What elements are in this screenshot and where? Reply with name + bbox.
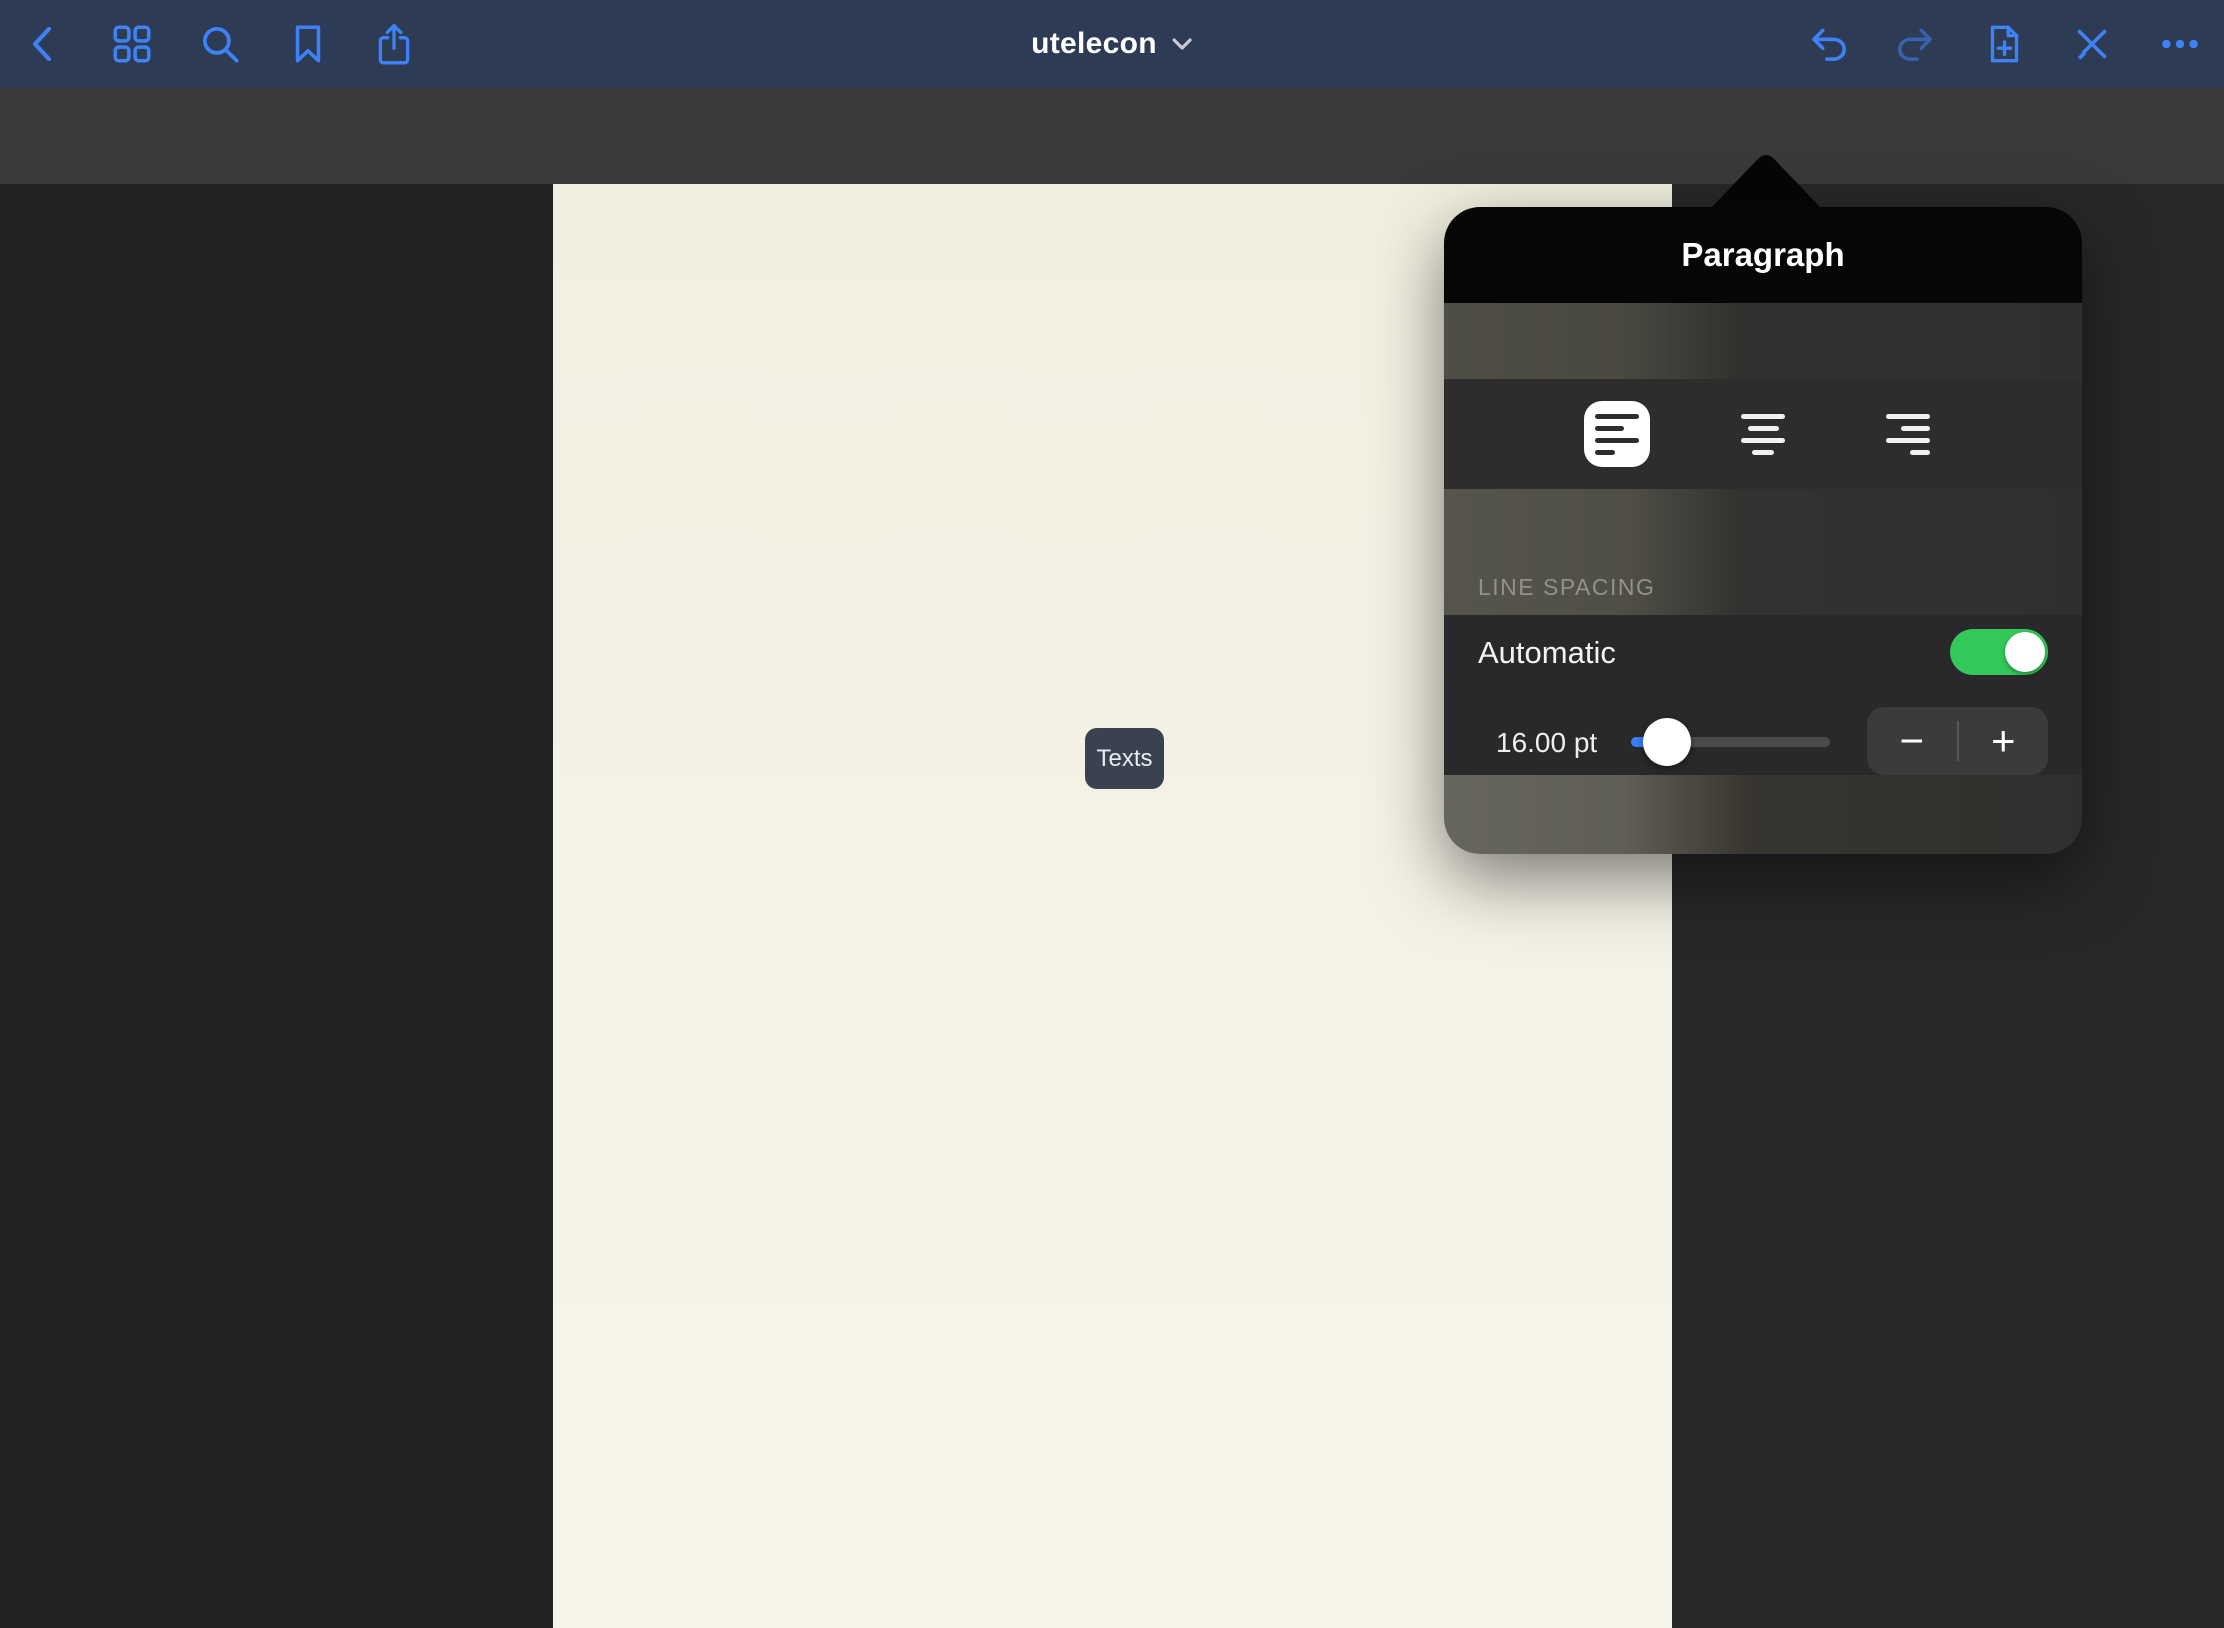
align-left-icon bbox=[1595, 414, 1639, 455]
align-center-button[interactable] bbox=[1730, 401, 1796, 467]
stylus-disconnect-button[interactable] bbox=[2064, 16, 2120, 72]
alignment-row bbox=[1444, 379, 2082, 489]
increase-spacing-button[interactable]: + bbox=[1959, 707, 2049, 775]
search-button[interactable] bbox=[192, 16, 248, 72]
toggle-knob bbox=[2005, 632, 2045, 672]
document-title[interactable]: utelecon bbox=[1031, 0, 1193, 88]
line-spacing-controls: Automatic 16.00 pt − + bbox=[1444, 615, 2082, 775]
spacing-stepper: − + bbox=[1867, 707, 2048, 775]
document-title-label: utelecon bbox=[1031, 27, 1157, 61]
grid-icon bbox=[109, 21, 155, 67]
redo-button[interactable] bbox=[1888, 16, 1944, 72]
slider-thumb[interactable] bbox=[1643, 718, 1691, 766]
thumbnails-button[interactable] bbox=[104, 16, 160, 72]
automatic-toggle[interactable] bbox=[1950, 629, 2048, 675]
spacing-slider[interactable] bbox=[1631, 737, 1830, 747]
line-spacing-section-label: LINE SPACING bbox=[1478, 574, 1655, 601]
share-icon bbox=[371, 21, 417, 67]
selected-text-object[interactable]: Texts bbox=[1085, 728, 1164, 789]
ellipsis-icon bbox=[2157, 21, 2203, 67]
canvas-background-left bbox=[0, 184, 553, 1628]
automatic-label: Automatic bbox=[1478, 635, 1616, 671]
undo-button[interactable] bbox=[1800, 16, 1856, 72]
undo-icon bbox=[1805, 21, 1851, 67]
add-page-button[interactable] bbox=[1976, 16, 2032, 72]
popover-title: Paragraph bbox=[1681, 236, 1844, 274]
popover-footer bbox=[1444, 775, 2082, 854]
more-options-button[interactable] bbox=[2152, 16, 2208, 72]
align-left-button[interactable] bbox=[1584, 401, 1650, 467]
popover-spacer bbox=[1444, 303, 2082, 379]
popover-arrow bbox=[1711, 152, 1821, 208]
spacing-value-label: 16.00 pt bbox=[1496, 727, 1597, 759]
bookmark-button[interactable] bbox=[280, 16, 336, 72]
chevron-left-icon bbox=[22, 22, 66, 66]
tool-bar: T HiraginoSans-... 16 bbox=[0, 88, 2224, 184]
align-right-icon bbox=[1886, 414, 1930, 455]
share-button[interactable] bbox=[366, 16, 422, 72]
search-icon bbox=[197, 21, 243, 67]
selected-text-label: Texts bbox=[1096, 745, 1152, 773]
paragraph-popover: Paragraph LINE SPACING Automatic 16.00 p… bbox=[1444, 207, 2082, 854]
line-spacing-section-header: LINE SPACING bbox=[1444, 489, 2082, 615]
add-page-icon bbox=[1981, 21, 2027, 67]
top-navigation-bar: utelecon bbox=[0, 0, 2224, 88]
goodnotes-window: utelecon bbox=[0, 0, 2224, 1628]
bookmark-icon bbox=[285, 21, 331, 67]
chevron-down-icon bbox=[1171, 33, 1193, 56]
popover-header: Paragraph bbox=[1444, 207, 2082, 303]
stylus-x-icon bbox=[2069, 21, 2115, 67]
redo-icon bbox=[1893, 21, 1939, 67]
decrease-spacing-button[interactable]: − bbox=[1867, 707, 1957, 775]
align-right-button[interactable] bbox=[1875, 401, 1941, 467]
align-center-icon bbox=[1741, 414, 1785, 455]
back-button[interactable] bbox=[16, 16, 72, 72]
